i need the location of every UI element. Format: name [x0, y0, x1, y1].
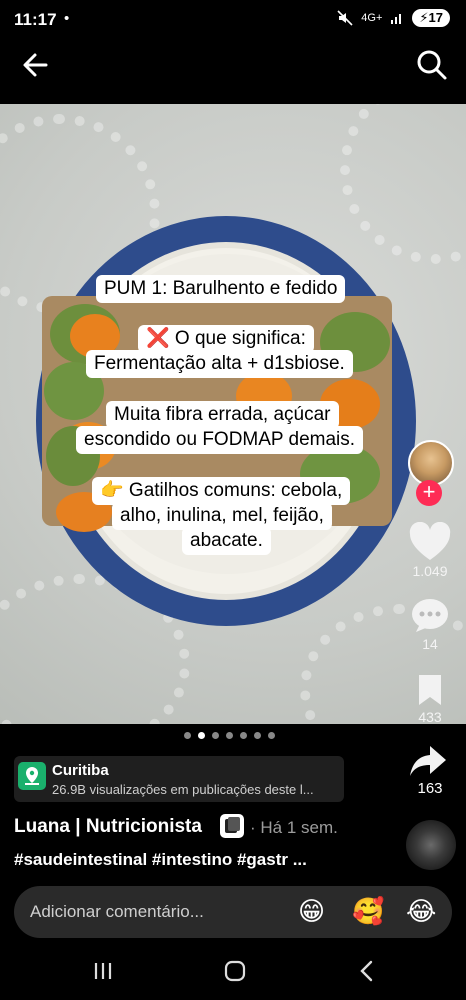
- music-disc-icon[interactable]: [406, 820, 456, 870]
- carousel-dot: [254, 732, 261, 739]
- emoji-love-button[interactable]: 🥰: [352, 896, 384, 927]
- share-count: 163: [417, 780, 443, 797]
- caption-line: 👉 Gatilhos comuns: cebola,: [92, 477, 351, 505]
- caption-line: Muita fibra errada, açúcar: [106, 401, 339, 429]
- emoji-grin-button[interactable]: 😁: [298, 896, 325, 927]
- post-time: · Há 1 sem.: [250, 818, 338, 837]
- location-pin-icon: [18, 762, 46, 790]
- emoji-laugh-button[interactable]: 😂: [406, 896, 436, 927]
- status-icons: 4G+ ⚡17: [337, 9, 450, 27]
- carousel-dot: [184, 732, 191, 739]
- carousel-dot: [268, 732, 275, 739]
- save-button[interactable]: [416, 673, 444, 707]
- caption-line: ❌ O que significa:: [138, 325, 314, 353]
- location-tag[interactable]: Curitiba 26.9B visualizações em publicaç…: [14, 756, 344, 802]
- signal-icon: [391, 14, 402, 24]
- location-subtitle: 26.9B visualizações em publicações deste…: [52, 782, 314, 797]
- back-button[interactable]: [20, 50, 54, 80]
- author-badge-icon: [220, 814, 244, 838]
- post-image[interactable]: PUM 1: Barulhento e fedido ❌ O que signi…: [0, 104, 466, 724]
- search-icon: [417, 50, 447, 80]
- caption-line: alho, inulina, mel, feijão,: [112, 502, 332, 530]
- mute-icon: [337, 10, 353, 26]
- status-bar: 11:17 • 4G+ ⚡17: [0, 0, 466, 40]
- system-nav-bar: [0, 944, 466, 1000]
- back-nav-button[interactable]: [352, 956, 382, 986]
- recent-apps-icon: [94, 963, 112, 979]
- notification-dot: •: [64, 10, 70, 27]
- carousel-dot: [240, 732, 247, 739]
- caption-line: Fermentação alta + d1sbiose.: [86, 350, 353, 378]
- home-icon: [224, 960, 246, 982]
- follow-button[interactable]: +: [416, 480, 442, 506]
- comment-count: 14: [422, 636, 438, 652]
- caption-line: PUM 1: Barulhento e fedido: [96, 275, 346, 303]
- top-bar: [0, 40, 466, 104]
- bookmark-icon: [419, 675, 441, 705]
- recent-apps-button[interactable]: [88, 958, 118, 984]
- arrow-left-icon: [23, 53, 48, 77]
- heart-icon: [409, 521, 451, 560]
- carousel-dot-active: [198, 732, 205, 739]
- comment-bar[interactable]: Adicionar comentário... 😁 🥰 😂: [14, 886, 452, 938]
- home-button[interactable]: [220, 956, 250, 986]
- like-count: 1.049: [412, 563, 448, 579]
- carousel-dot: [212, 732, 219, 739]
- carousel-dot: [226, 732, 233, 739]
- caption-line: escondido ou FODMAP demais.: [76, 426, 364, 454]
- caption-line: abacate.: [182, 527, 271, 555]
- share-button[interactable]: [408, 744, 452, 783]
- author-name[interactable]: Luana | Nutricionista: [14, 816, 202, 838]
- comment-button[interactable]: [410, 598, 450, 634]
- comment-input[interactable]: Adicionar comentário...: [30, 902, 204, 922]
- save-count: 433: [418, 709, 442, 725]
- share-icon: [410, 746, 446, 776]
- chevron-left-icon: [360, 960, 373, 982]
- lace-pattern: [340, 104, 466, 264]
- location-title: Curitiba: [52, 762, 109, 779]
- search-button[interactable]: [416, 49, 448, 81]
- network-label: 4G+: [361, 12, 383, 24]
- battery-badge: ⚡17: [412, 9, 450, 27]
- carousel-indicator: [184, 732, 275, 739]
- status-time: 11:17: [14, 10, 57, 29]
- like-button[interactable]: [408, 521, 452, 562]
- comment-icon: [412, 599, 448, 632]
- post-hashtags[interactable]: #saudeintestinal #intestino #gastr ...: [14, 850, 307, 870]
